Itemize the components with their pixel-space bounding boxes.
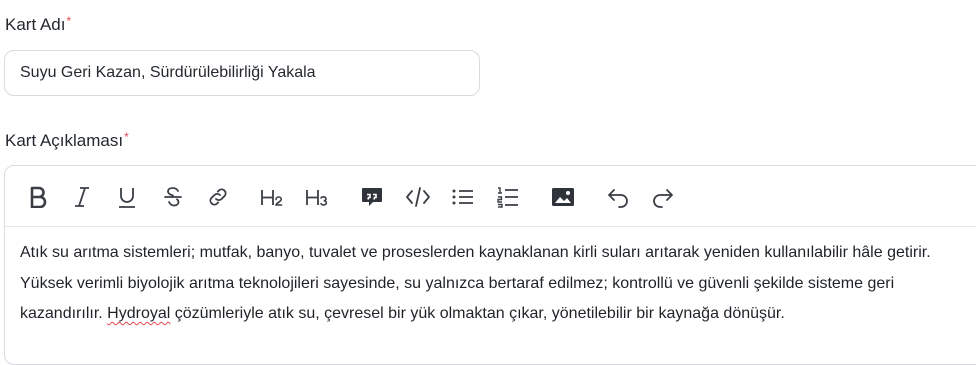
undo-icon[interactable] — [605, 183, 631, 211]
description-text-cont: çözümleriyle atık su, çevresel bir yük o… — [170, 305, 785, 322]
heading-3-icon[interactable] — [305, 183, 331, 211]
ordered-list-icon[interactable] — [495, 183, 521, 211]
code-icon[interactable] — [404, 183, 432, 211]
bold-icon[interactable] — [25, 183, 51, 211]
editor-toolbar — [5, 166, 976, 227]
bullet-list-icon[interactable] — [450, 183, 476, 211]
card-description-label: Kart Açıklaması * — [5, 131, 129, 151]
card-description-editor[interactable]: Atık su arıtma sistemleri; mutfak, banyo… — [4, 165, 976, 365]
quote-icon[interactable] — [359, 183, 385, 211]
strikethrough-icon[interactable] — [160, 183, 186, 211]
required-asterisk: * — [66, 14, 72, 28]
card-name-label: Kart Adı * — [5, 15, 71, 35]
required-asterisk: * — [124, 130, 129, 144]
editor-content[interactable]: Atık su arıtma sistemleri; mutfak, banyo… — [20, 238, 973, 330]
italic-icon[interactable] — [69, 183, 95, 211]
card-name-value: Suyu Geri Kazan, Sürdürülebilirliği Yaka… — [20, 64, 316, 81]
card-name-input[interactable]: Suyu Geri Kazan, Sürdürülebilirliği Yaka… — [4, 50, 480, 96]
redo-icon[interactable] — [650, 183, 676, 211]
heading-2-icon[interactable] — [260, 183, 286, 211]
card-name-label-text: Kart Adı — [5, 15, 66, 34]
misspelled-word[interactable]: Hydroyal — [107, 305, 170, 322]
card-description-label-text: Kart Açıklaması — [5, 131, 124, 150]
image-icon[interactable] — [550, 183, 576, 211]
underline-icon[interactable] — [114, 183, 140, 211]
link-icon[interactable] — [205, 183, 231, 211]
